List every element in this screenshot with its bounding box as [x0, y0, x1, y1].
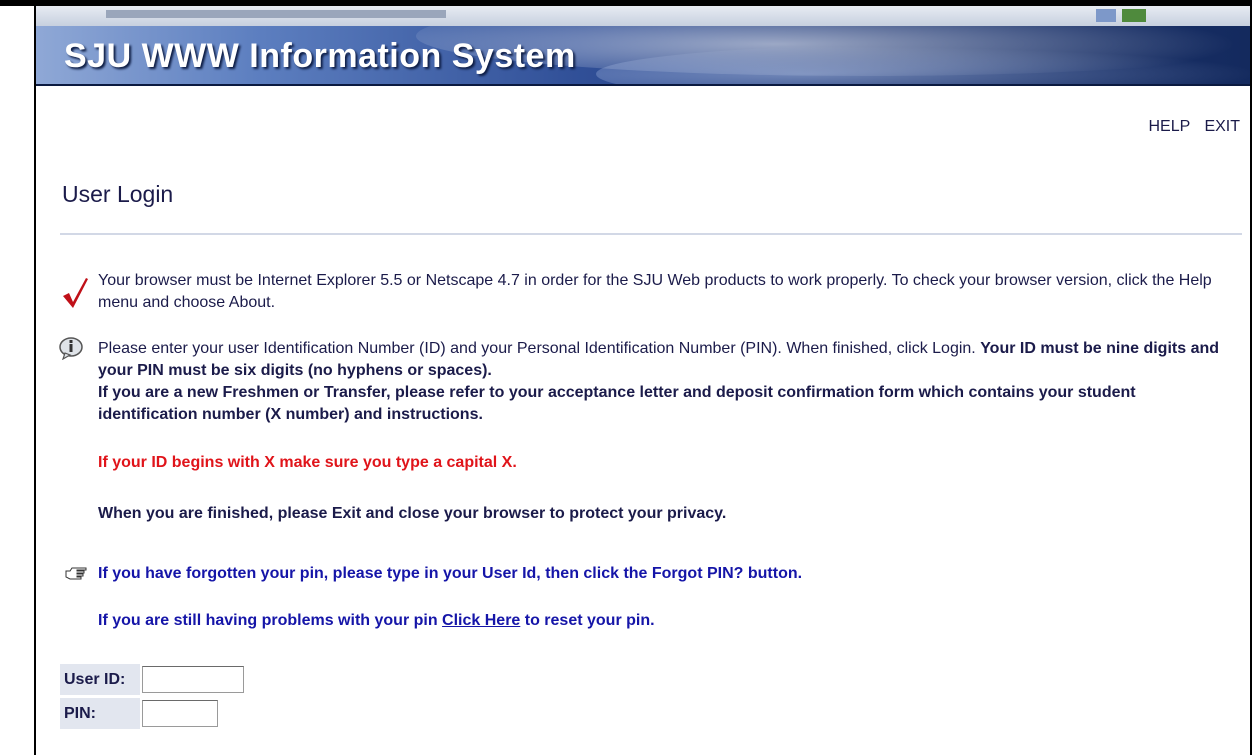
user-id-input[interactable]: [142, 665, 244, 693]
id-instructions-plain: Please enter your user Identification Nu…: [98, 340, 981, 357]
exit-link[interactable]: EXIT: [1204, 118, 1240, 135]
login-form: User ID: PIN:: [60, 662, 244, 730]
capital-x-notice: If your ID begins with X make sure you t…: [98, 454, 517, 471]
toolbar-icon[interactable]: [1096, 9, 1116, 22]
id-instructions-text: Please enter your user Identification Nu…: [98, 338, 1238, 382]
forgot-pin-text: If you have forgotten your pin, please t…: [98, 565, 803, 582]
pin-row: PIN:: [60, 696, 244, 730]
user-id-row: User ID:: [60, 662, 244, 696]
user-id-label: User ID:: [60, 663, 140, 695]
checkmark-icon: [60, 276, 90, 317]
info-icon: [58, 336, 84, 367]
freshmen-notice: If you are a new Freshmen or Transfer, p…: [98, 384, 1136, 423]
toolbar-icon[interactable]: [1122, 9, 1146, 22]
pin-input[interactable]: [142, 699, 218, 727]
site-banner: SJU WWW Information System: [36, 26, 1250, 86]
pin-label: PIN:: [60, 697, 140, 729]
browser-notice: Your browser must be Internet Explorer 5…: [60, 270, 1238, 320]
toolbar-text-fragment: [106, 10, 446, 18]
privacy-notice: When you are finished, please Exit and c…: [98, 505, 727, 522]
pointing-hand-icon: [64, 565, 94, 590]
reset-pin-link[interactable]: Click Here: [442, 612, 520, 629]
browser-notice-text: Your browser must be Internet Explorer 5…: [98, 272, 1212, 311]
top-nav: HELP EXIT: [1138, 118, 1240, 136]
divider: [60, 233, 1242, 235]
forgot-pin-notice: If you have forgotten your pin, please t…: [60, 563, 1238, 587]
browser-toolbar-strip: [36, 6, 1250, 26]
banner-title: SJU WWW Information System: [64, 37, 576, 75]
page-title: User Login: [62, 181, 174, 207]
help-link[interactable]: HELP: [1148, 118, 1190, 135]
reset-pin-notice: If you are still having problems with yo…: [98, 612, 655, 629]
window-frame-left: [34, 0, 36, 755]
